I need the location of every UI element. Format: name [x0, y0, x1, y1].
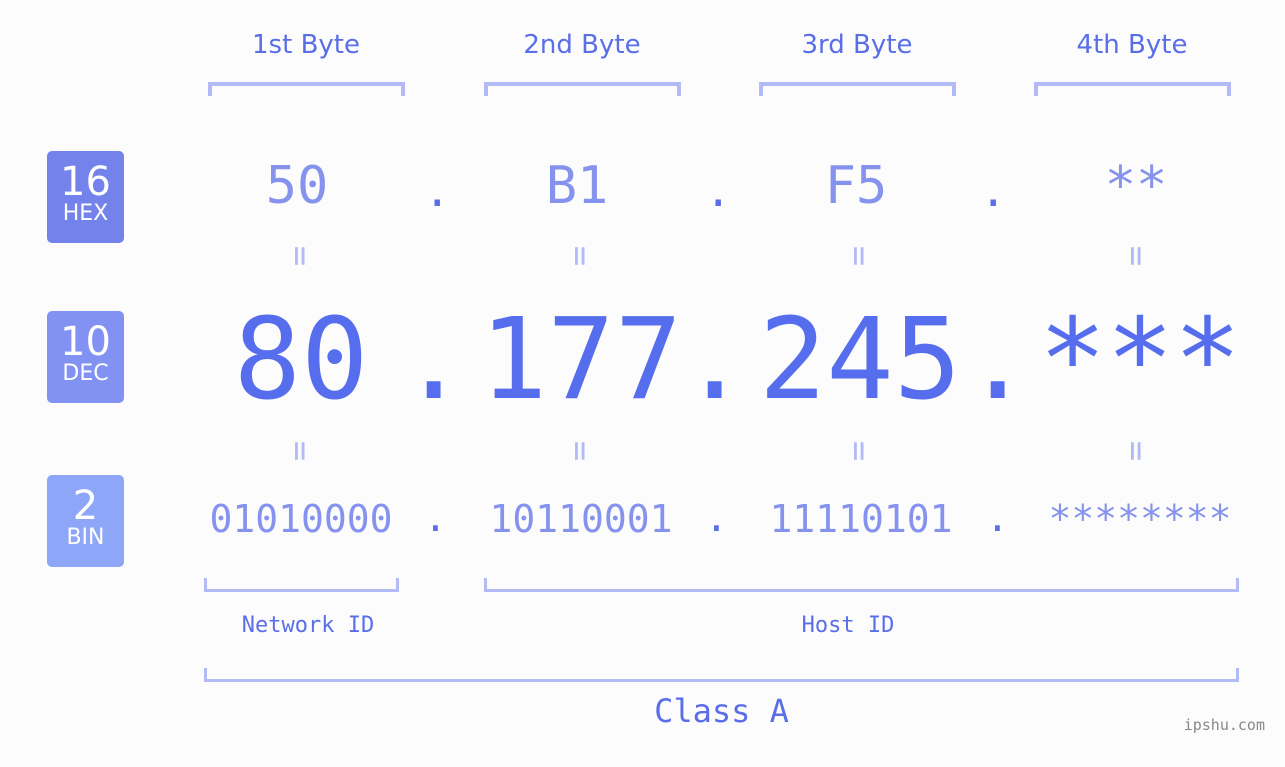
byte-bracket-2	[484, 82, 681, 96]
hex-badge: 16 HEX	[47, 151, 124, 243]
dec-byte-3: 245	[758, 295, 962, 425]
dec-base: 10	[60, 319, 111, 365]
equals-sign: =	[839, 236, 879, 276]
watermark: ipshu.com	[1183, 716, 1265, 734]
dec-badge: 10 DEC	[47, 311, 124, 403]
hex-byte-4: **	[1104, 156, 1168, 216]
bin-badge: 2 BIN	[47, 475, 124, 567]
byte-header-2: 2nd Byte	[523, 30, 641, 60]
dec-label: DEC	[62, 361, 109, 386]
hex-separator: .	[705, 166, 732, 217]
host-id-label: Host ID	[801, 613, 895, 638]
bin-byte-3: 11110101	[769, 497, 953, 541]
equals-glyph: =	[838, 440, 879, 462]
dec-byte-1: 80	[233, 295, 369, 425]
network-id-bracket	[204, 578, 399, 592]
hex-byte-1: 50	[265, 156, 329, 216]
equals-glyph: =	[1115, 440, 1156, 462]
hex-byte-2: B1	[545, 156, 609, 216]
bin-separator: .	[705, 496, 728, 540]
class-label: Class A	[654, 692, 789, 730]
equals-glyph: =	[559, 245, 600, 267]
hex-separator: .	[424, 166, 451, 217]
equals-sign: =	[839, 431, 879, 471]
class-bracket	[204, 668, 1239, 682]
byte-bracket-4	[1034, 82, 1231, 96]
hex-separator: .	[980, 166, 1007, 217]
byte-header-3: 3rd Byte	[801, 30, 913, 60]
equals-sign: =	[560, 236, 600, 276]
bin-base: 2	[72, 483, 99, 529]
bin-separator: .	[424, 496, 447, 540]
equals-sign: =	[1116, 431, 1156, 471]
equals-glyph: =	[279, 440, 320, 462]
byte-bracket-1	[208, 82, 405, 96]
equals-glyph: =	[559, 440, 600, 462]
equals-sign: =	[280, 431, 320, 471]
equals-glyph: =	[838, 245, 879, 267]
equals-sign: =	[1116, 236, 1156, 276]
dec-byte-2: 177	[479, 295, 683, 425]
hex-label: HEX	[62, 201, 109, 226]
bin-label: BIN	[66, 525, 105, 550]
dec-byte-4: ***	[1038, 295, 1242, 425]
byte-header-1: 1st Byte	[252, 30, 360, 60]
equals-sign: =	[560, 431, 600, 471]
byte-header-4: 4th Byte	[1076, 30, 1188, 60]
host-id-bracket	[484, 578, 1239, 592]
hex-base: 16	[60, 159, 111, 205]
hex-byte-3: F5	[824, 156, 888, 216]
equals-glyph: =	[279, 245, 320, 267]
bin-byte-2: 10110001	[489, 497, 673, 541]
bin-byte-4: ********	[1048, 497, 1232, 541]
equals-glyph: =	[1115, 245, 1156, 267]
bin-byte-1: 01010000	[209, 497, 393, 541]
byte-bracket-3	[759, 82, 956, 96]
network-id-label: Network ID	[241, 613, 375, 638]
bin-separator: .	[986, 496, 1009, 540]
equals-sign: =	[280, 236, 320, 276]
